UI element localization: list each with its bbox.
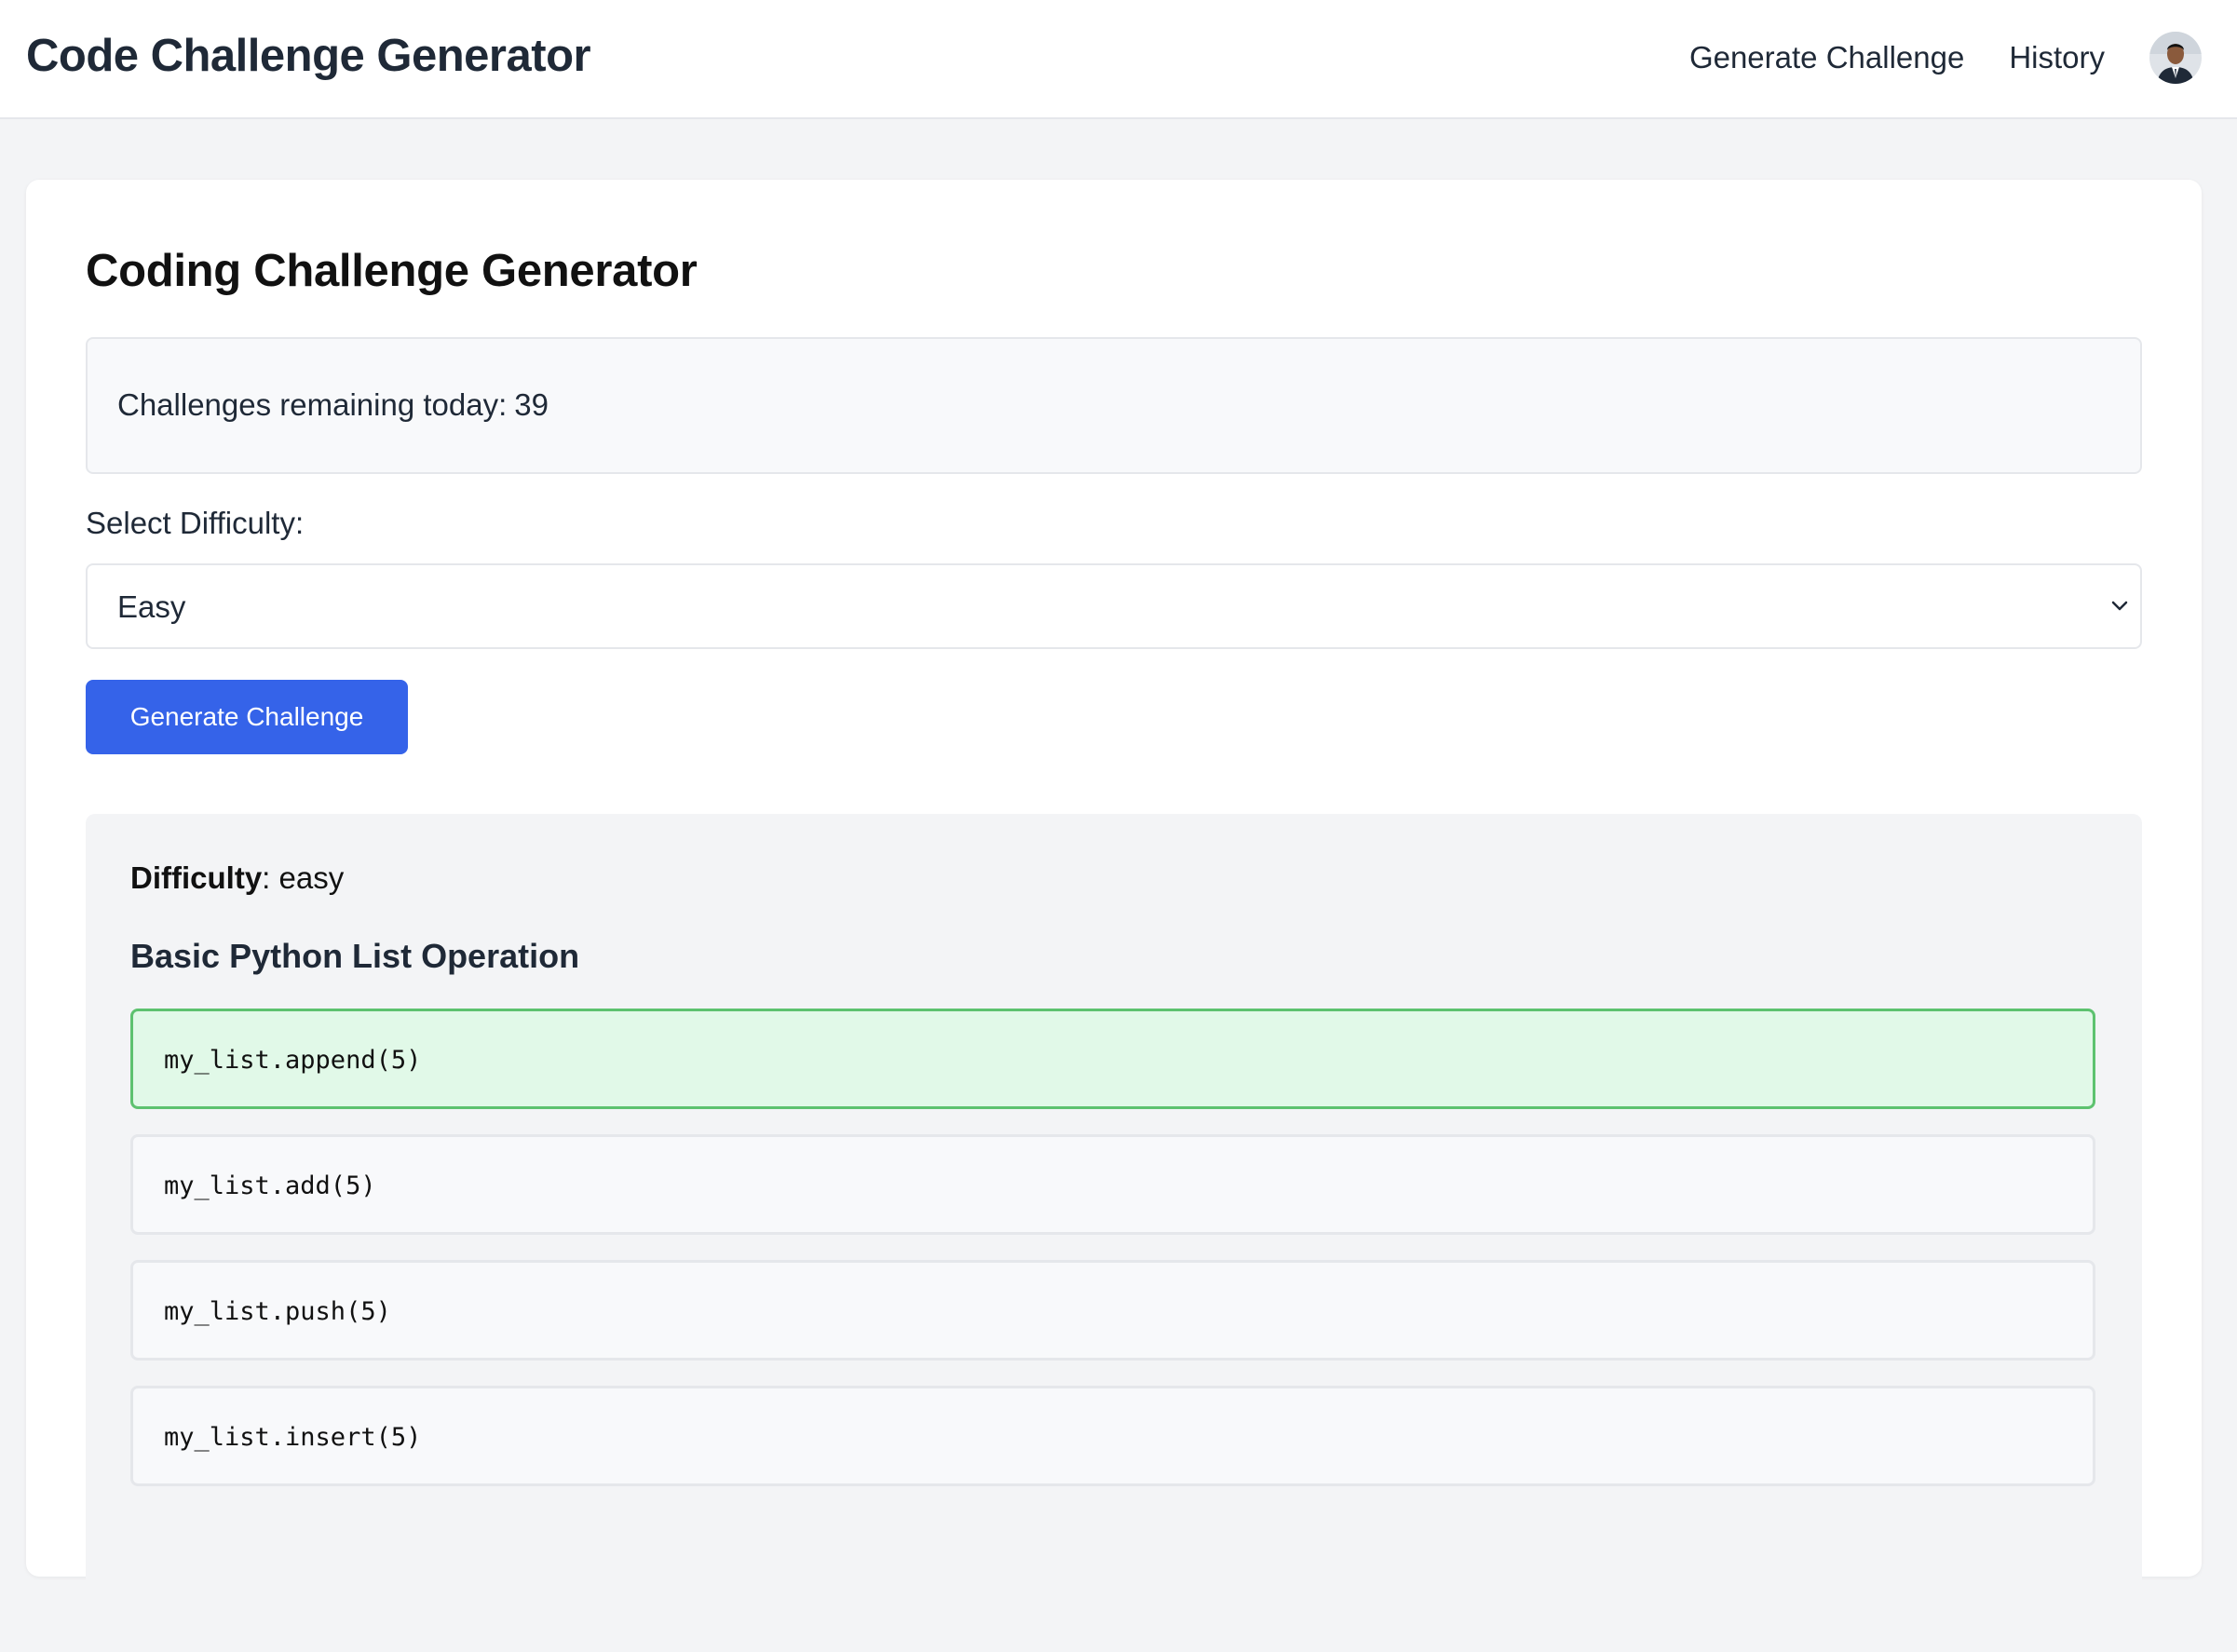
challenge-card: Coding Challenge Generator Challenges re… [26,180,2202,1652]
nav-links: Generate Challenge History [1689,26,2202,89]
user-avatar[interactable] [2149,32,2202,84]
difficulty-key: Difficulty [130,860,263,895]
difficulty-label: Select Difficulty: [86,506,305,540]
chevron-down-icon [2111,601,2128,611]
quota-box: Challenges remaining today: 39 [86,337,2142,474]
option-code: my_list.add(5) [164,1171,376,1200]
quota-count: 39 [514,387,549,422]
top-navbar: Code Challenge Generator Generate Challe… [0,0,2237,119]
challenge-result: Difficulty: easy Basic Python List Opera… [86,814,2142,1652]
avatar-photo-icon [2149,32,2202,84]
option-code: my_list.insert(5) [164,1423,422,1452]
generate-challenge-button[interactable]: Generate Challenge [86,680,408,754]
answer-option[interactable]: my_list.add(5) [130,1134,2095,1235]
difficulty-select[interactable]: Easy [86,563,2142,649]
answer-option-correct[interactable]: my_list.append(5) [130,1009,2095,1109]
answer-option[interactable]: my_list.insert(5) [130,1386,2095,1486]
challenge-title: Basic Python List Operation [130,937,580,975]
quota-label: Challenges remaining today: [117,387,508,422]
quota-text: Challenges remaining today: 39 [117,387,549,423]
nav-link-history[interactable]: History [2009,40,2105,75]
answer-option[interactable]: my_list.push(5) [130,1260,2095,1361]
nav-link-generate-challenge[interactable]: Generate Challenge [1689,40,1964,75]
page-title: Coding Challenge Generator [86,246,698,296]
option-code: my_list.push(5) [164,1297,391,1326]
difficulty-select-value: Easy [117,589,186,624]
challenge-difficulty: Difficulty: easy [130,860,344,896]
app-title: Code Challenge Generator [26,31,591,81]
option-code: my_list.append(5) [164,1046,422,1075]
difficulty-value: : easy [262,860,345,895]
